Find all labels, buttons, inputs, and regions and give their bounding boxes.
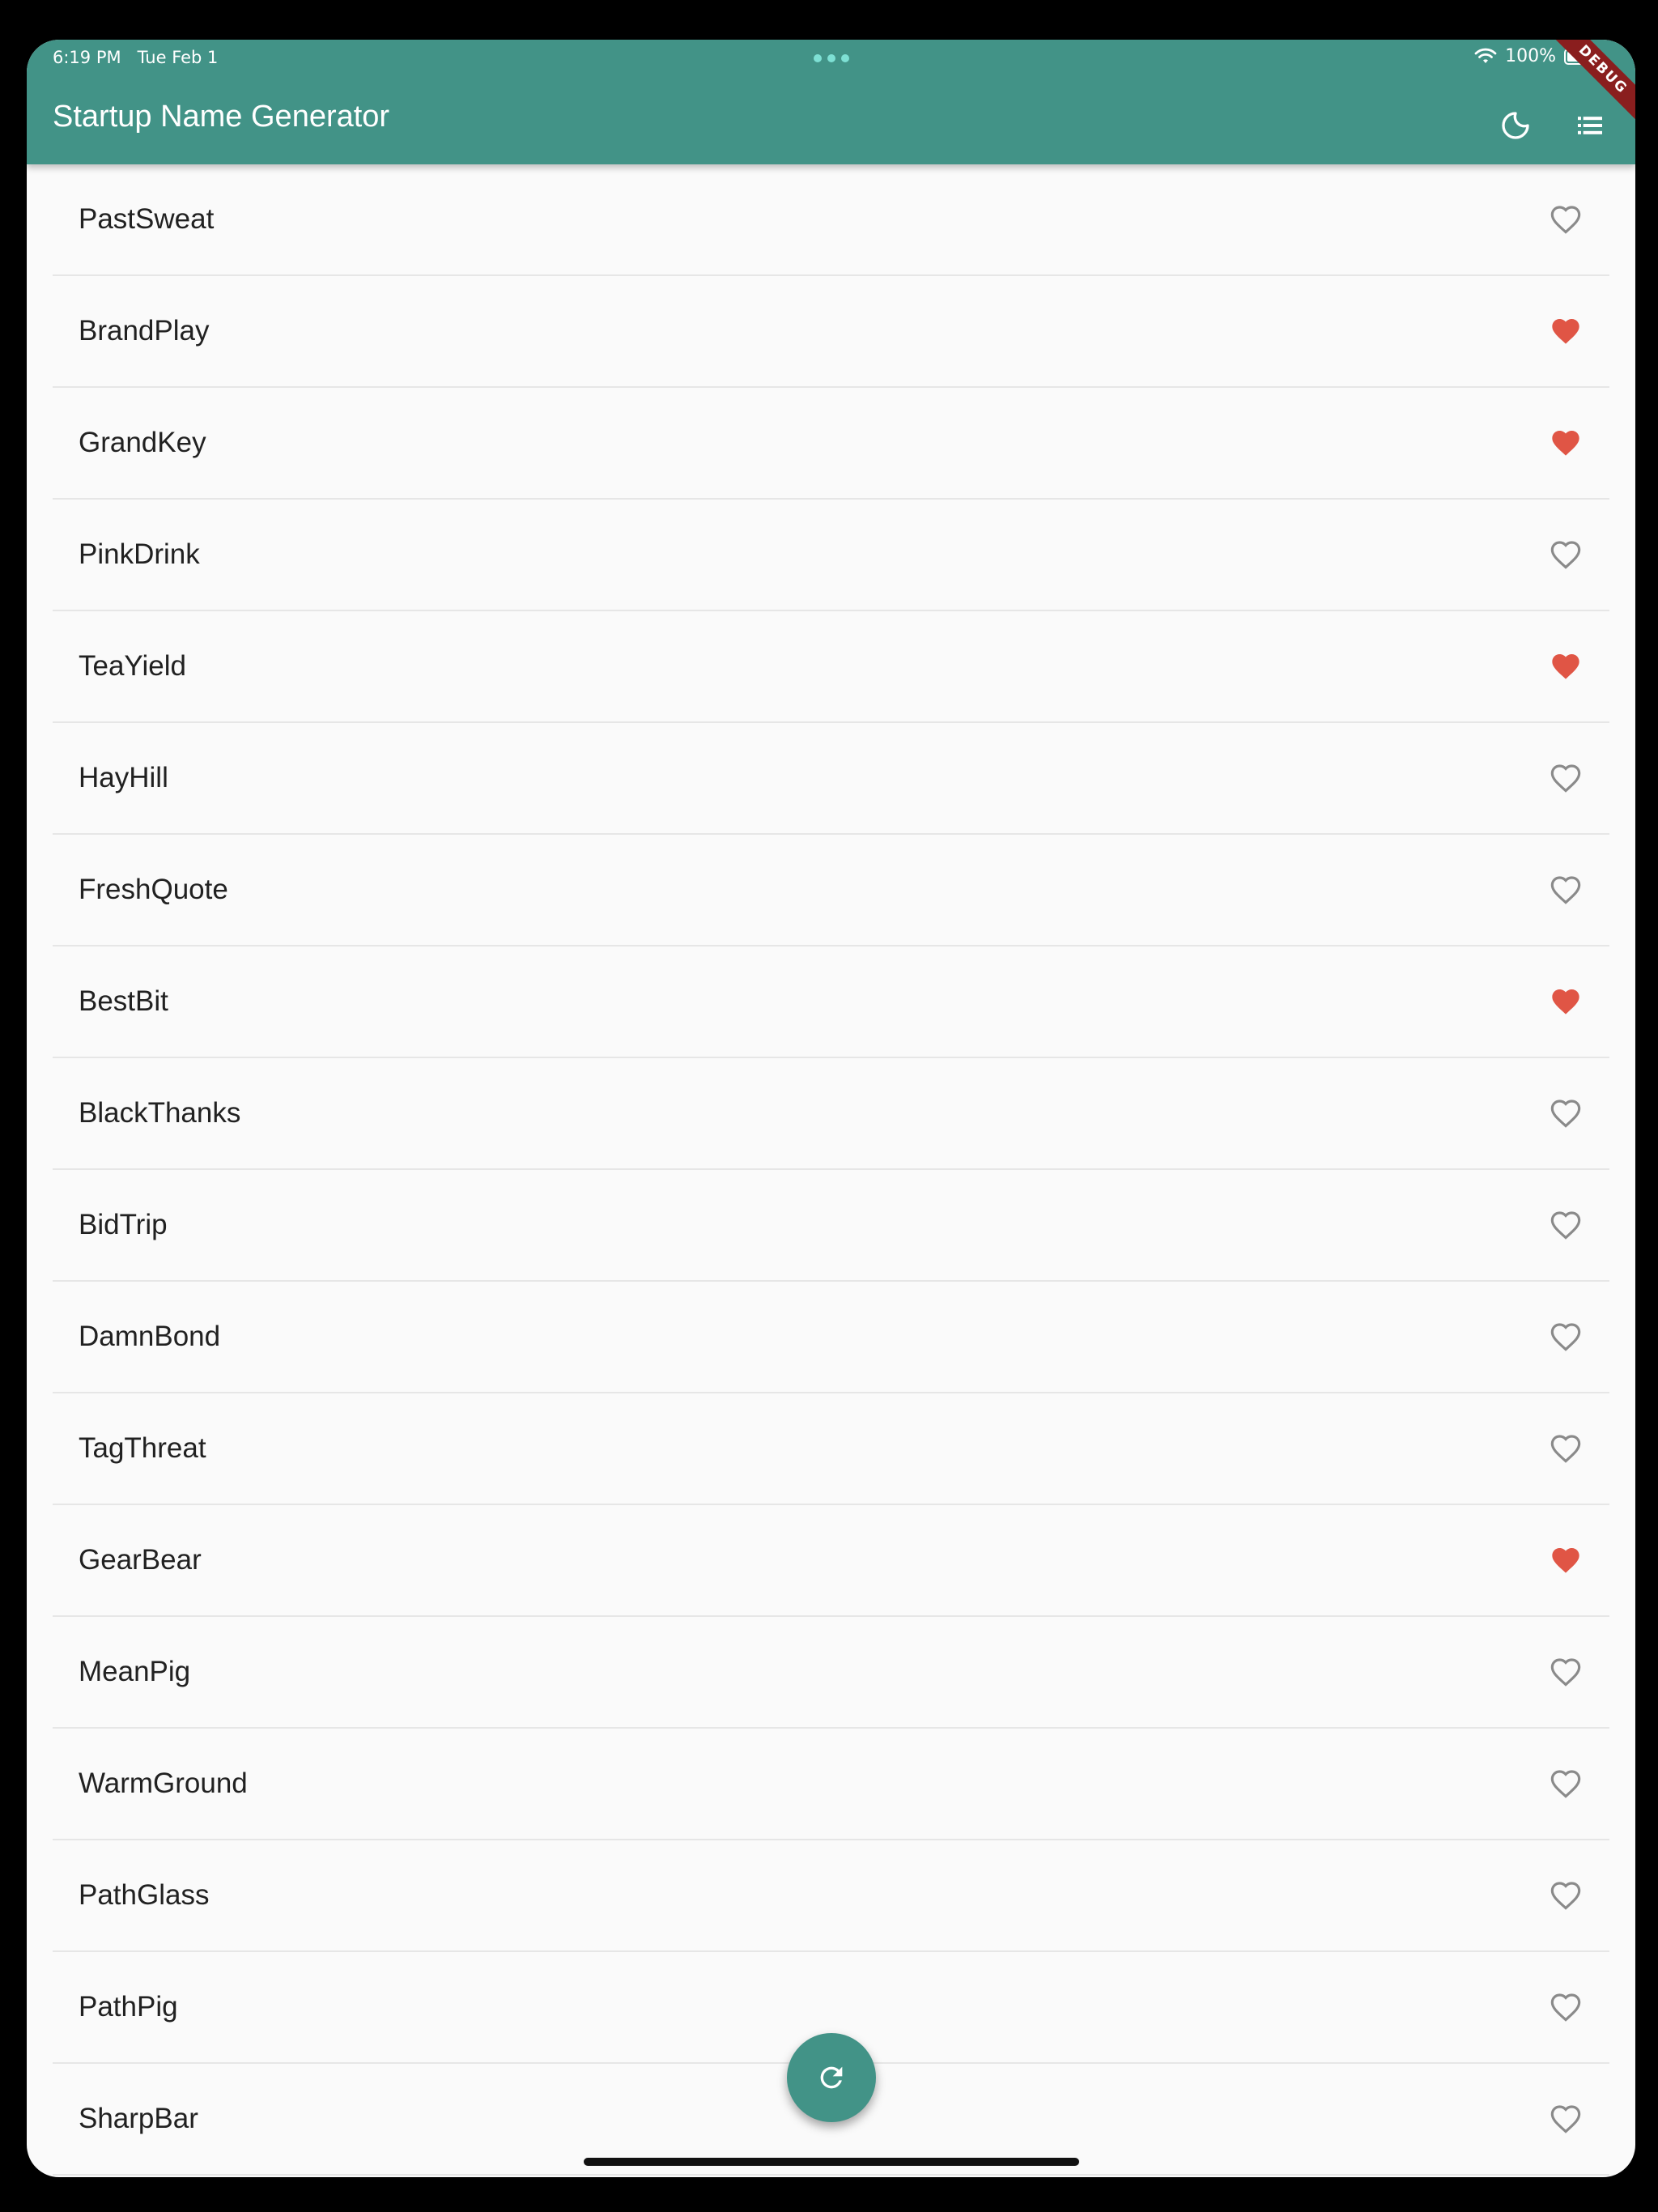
list-item[interactable]: MeanPig	[53, 1617, 1609, 1729]
startup-name: PinkDrink	[79, 538, 200, 570]
home-indicator[interactable]	[583, 2158, 1079, 2166]
list-item[interactable]: BlackThanks	[53, 1058, 1609, 1170]
startup-name: BidTrip	[79, 1209, 168, 1240]
status-clock: 6:19 PM	[53, 48, 121, 67]
startup-name: SharpBar	[79, 2103, 198, 2134]
heart-filled-icon[interactable]	[1548, 650, 1584, 683]
theme-toggle-button[interactable]	[1493, 103, 1538, 148]
startup-name: PastSweat	[79, 203, 215, 235]
wifi-icon	[1474, 48, 1497, 63]
startup-name: GearBear	[79, 1544, 202, 1576]
heart-outline-icon[interactable]	[1548, 1209, 1584, 1241]
startup-name: PathGlass	[79, 1879, 210, 1911]
startup-name: TagThreat	[79, 1432, 206, 1464]
moon-icon	[1502, 112, 1529, 139]
heart-filled-icon[interactable]	[1548, 315, 1584, 347]
heart-filled-icon[interactable]	[1548, 427, 1584, 459]
heart-outline-icon[interactable]	[1548, 2103, 1584, 2135]
refresh-icon	[820, 2066, 842, 2089]
startup-name: GrandKey	[79, 427, 206, 458]
battery-percent: 100%	[1505, 46, 1556, 66]
startup-name: BlackThanks	[79, 1097, 241, 1129]
startup-name: BrandPlay	[79, 315, 210, 347]
list-item[interactable]: FreshQuote	[53, 835, 1609, 946]
heart-outline-icon[interactable]	[1548, 1767, 1584, 1800]
heart-outline-icon[interactable]	[1548, 1879, 1584, 1912]
heart-outline-icon[interactable]	[1548, 538, 1584, 571]
startup-name: DamnBond	[79, 1321, 221, 1352]
app-bar: 6:19 PM Tue Feb 1 100% DEBUG Startup Nam…	[27, 40, 1635, 164]
heart-outline-icon[interactable]	[1548, 1656, 1584, 1688]
heart-outline-icon[interactable]	[1548, 1432, 1584, 1465]
list-item[interactable]: TeaYield	[53, 611, 1609, 723]
list-item[interactable]: BrandPlay	[53, 276, 1609, 388]
list-item[interactable]: PastSweat	[53, 164, 1609, 276]
heart-filled-icon[interactable]	[1548, 985, 1584, 1018]
list-item[interactable]: GearBear	[53, 1505, 1609, 1617]
startup-name: PathPig	[79, 1991, 178, 2023]
heart-outline-icon[interactable]	[1548, 874, 1584, 906]
device-screen: 6:19 PM Tue Feb 1 100% DEBUG Startup Nam…	[27, 40, 1635, 2177]
list-item[interactable]: BestBit	[53, 946, 1609, 1058]
startup-name: WarmGround	[79, 1767, 248, 1799]
startup-name: BestBit	[79, 985, 168, 1017]
list-item[interactable]: BidTrip	[53, 1170, 1609, 1282]
saved-list-button[interactable]	[1567, 103, 1613, 148]
list-icon	[1578, 117, 1602, 134]
heart-filled-icon[interactable]	[1548, 1544, 1584, 1576]
heart-outline-icon[interactable]	[1548, 203, 1584, 236]
list-item[interactable]: PinkDrink	[53, 500, 1609, 611]
multitasking-dots[interactable]	[813, 54, 849, 62]
list-item[interactable]: TagThreat	[53, 1393, 1609, 1505]
name-list: PastSweat BrandPlay GrandKey PinkDrink TeaYi…	[27, 164, 1635, 2176]
startup-name: TeaYield	[79, 650, 186, 682]
heart-outline-icon[interactable]	[1548, 1097, 1584, 1129]
status-date: Tue Feb 1	[137, 48, 219, 67]
list-item[interactable]: PathGlass	[53, 1840, 1609, 1952]
refresh-button[interactable]	[786, 2033, 876, 2122]
startup-name: FreshQuote	[79, 874, 228, 905]
heart-outline-icon[interactable]	[1548, 762, 1584, 794]
startup-name: MeanPig	[79, 1656, 191, 1687]
heart-outline-icon[interactable]	[1548, 1991, 1584, 2023]
list-item[interactable]: DamnBond	[53, 1282, 1609, 1393]
page-title: Startup Name Generator	[53, 100, 390, 134]
list-item[interactable]: HayHill	[53, 723, 1609, 835]
heart-outline-icon[interactable]	[1548, 1321, 1584, 1353]
status-time: 6:19 PM Tue Feb 1	[53, 48, 218, 67]
list-item[interactable]: WarmGround	[53, 1729, 1609, 1840]
startup-name: HayHill	[79, 762, 168, 793]
list-item[interactable]: GrandKey	[53, 388, 1609, 500]
